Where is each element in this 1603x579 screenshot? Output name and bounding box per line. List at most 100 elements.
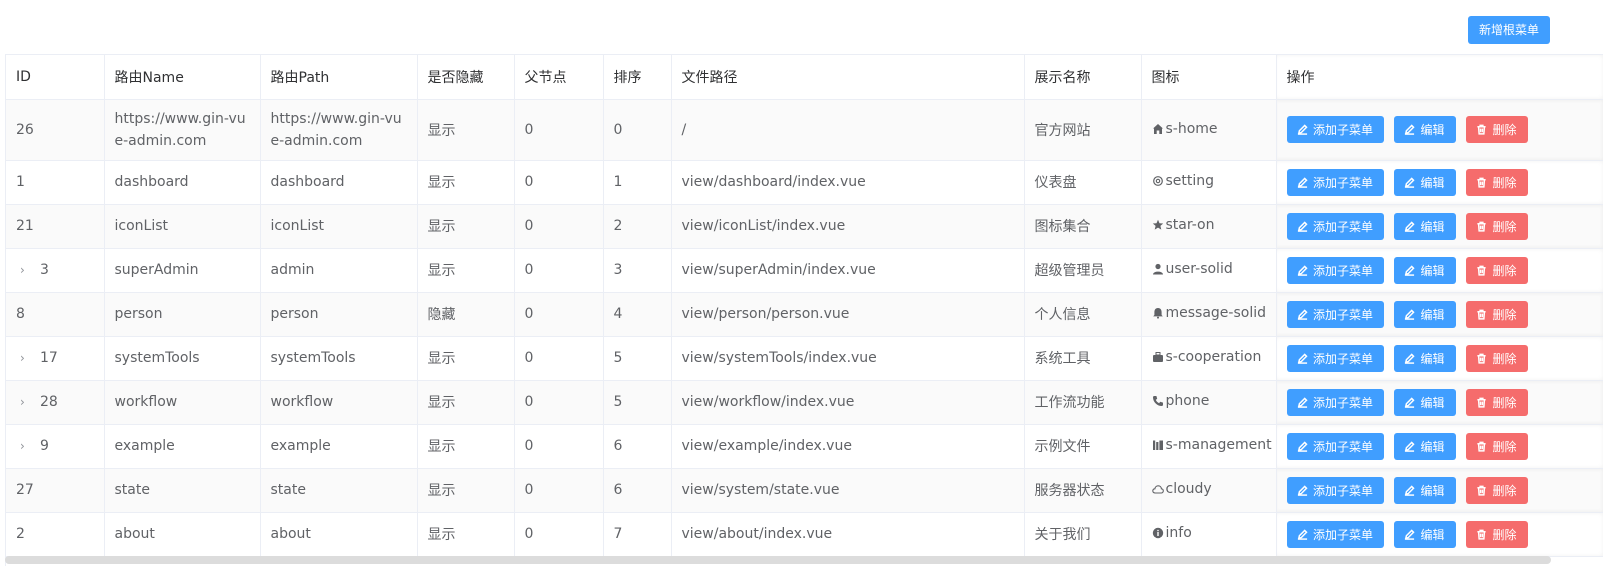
cell-route-name: workflow	[104, 380, 261, 425]
cell-display-name: 工作流功能	[1024, 380, 1142, 425]
cell-id: 8	[6, 292, 105, 337]
cell-id: › 3	[6, 248, 105, 293]
delete-button[interactable]: 删除	[1465, 520, 1528, 548]
menu-table: ID 路由Name 路由Path 是否隐藏 父节点 排序 文件路径 展示名称 图…	[5, 54, 1603, 566]
info-icon	[1152, 527, 1163, 539]
add-child-menu-button[interactable]: 添加子菜单	[1286, 476, 1384, 504]
cell-hidden: 显示	[417, 160, 515, 205]
add-child-menu-button[interactable]: 添加子菜单	[1286, 520, 1384, 548]
delete-button[interactable]: 删除	[1465, 168, 1528, 196]
icon-name: s-cooperation	[1165, 349, 1262, 365]
add-child-label: 添加子菜单	[1312, 123, 1373, 137]
expand-chevron-icon[interactable]: ›	[20, 351, 32, 365]
row-id: 28	[40, 394, 58, 410]
expand-chevron-icon[interactable]: ›	[20, 395, 32, 409]
table-row: › 9 example example 显示 0 6 view/example/index.v…	[6, 424, 1603, 469]
edit-icon	[1405, 528, 1416, 540]
header-route-path: 路由Path	[260, 55, 418, 100]
delete-label: 删除	[1492, 307, 1517, 322]
horizontal-scrollbar[interactable]	[5, 556, 1551, 564]
delete-label: 删除	[1492, 351, 1517, 366]
add-child-menu-button[interactable]: 添加子菜单	[1286, 168, 1384, 196]
add-child-menu-button[interactable]: 添加子菜单	[1286, 432, 1384, 460]
edit-button[interactable]: 编辑	[1393, 520, 1456, 548]
add-child-label: 添加子菜单	[1312, 175, 1373, 190]
add-child-menu-button[interactable]: 添加子菜单	[1286, 116, 1384, 143]
cell-sort: 4	[603, 292, 672, 337]
edit-button[interactable]: 编辑	[1393, 168, 1456, 196]
edit-button[interactable]: 编辑	[1393, 388, 1456, 416]
row-id: 9	[40, 438, 49, 454]
cell-hidden: 隐藏	[417, 292, 515, 337]
row-id: 8	[16, 306, 25, 322]
cell-actions: 添加子菜单 编辑 删除	[1276, 204, 1603, 249]
cell-parent: 0	[514, 424, 604, 469]
edit-label: 编辑	[1420, 175, 1445, 190]
header-id: ID	[6, 55, 105, 100]
edit-button[interactable]: 编辑	[1393, 300, 1456, 328]
edit-label: 编辑	[1420, 395, 1445, 410]
header-route-name: 路由Name	[104, 55, 261, 100]
delete-button[interactable]: 删除	[1465, 256, 1528, 284]
cell-icon: info	[1141, 512, 1277, 557]
delete-button[interactable]: 删除	[1465, 388, 1528, 416]
cell-id: 27	[6, 468, 105, 513]
cell-parent: 0	[514, 336, 604, 381]
cell-hidden: 显示	[417, 468, 515, 513]
edit-button[interactable]: 编辑	[1393, 116, 1456, 143]
table-row: › 3 superAdmin admin 显示 0 3 view/superAdmin/ind…	[6, 248, 1603, 293]
edit-label: 编辑	[1420, 219, 1445, 234]
expand-chevron-icon[interactable]: ›	[20, 263, 32, 277]
s-home-icon	[1152, 123, 1163, 134]
delete-label: 删除	[1492, 263, 1517, 278]
cell-hidden: 显示	[417, 99, 515, 161]
cell-route-path: workflow	[260, 380, 418, 425]
edit-button[interactable]: 编辑	[1393, 476, 1456, 504]
add-child-menu-button[interactable]: 添加子菜单	[1286, 344, 1384, 372]
cell-id: 2	[6, 512, 105, 557]
table-header-row: ID 路由Name 路由Path 是否隐藏 父节点 排序 文件路径 展示名称 图…	[6, 55, 1603, 100]
delete-button[interactable]: 删除	[1465, 116, 1528, 143]
trash-icon	[1477, 124, 1487, 135]
expand-chevron-icon[interactable]: ›	[20, 439, 32, 453]
edit-button[interactable]: 编辑	[1393, 256, 1456, 284]
edit-button[interactable]: 编辑	[1393, 212, 1456, 240]
cell-parent: 0	[514, 160, 604, 205]
edit-icon	[1405, 396, 1416, 408]
add-child-menu-button[interactable]: 添加子菜单	[1286, 300, 1384, 328]
edit-label: 编辑	[1420, 263, 1445, 278]
cell-parent: 0	[514, 512, 604, 557]
add-root-menu-button[interactable]: 新增根菜单	[1467, 16, 1550, 44]
cell-display-name: 图标集合	[1024, 204, 1142, 249]
cell-sort: 2	[603, 204, 672, 249]
delete-button[interactable]: 删除	[1465, 212, 1528, 240]
delete-button[interactable]: 删除	[1465, 432, 1528, 460]
row-id: 26	[16, 121, 34, 138]
delete-button[interactable]: 删除	[1465, 344, 1528, 372]
edit-button[interactable]: 编辑	[1393, 432, 1456, 460]
cell-actions: 添加子菜单 编辑 删除	[1276, 292, 1603, 337]
edit-icon	[1405, 176, 1416, 188]
row-id: 17	[40, 350, 58, 366]
cell-icon: message-solid	[1141, 292, 1277, 337]
add-child-label: 添加子菜单	[1312, 219, 1373, 234]
add-child-menu-button[interactable]: 添加子菜单	[1286, 388, 1384, 416]
edit-icon	[1405, 124, 1416, 135]
icon-name: user-solid	[1165, 261, 1233, 277]
delete-button[interactable]: 删除	[1465, 476, 1528, 504]
phone-icon	[1152, 396, 1163, 406]
add-child-menu-button[interactable]: 添加子菜单	[1286, 212, 1384, 240]
cell-id: 21	[6, 204, 105, 249]
delete-button[interactable]: 删除	[1465, 300, 1528, 328]
cell-route-name: person	[104, 292, 261, 337]
header-file-path: 文件路径	[671, 55, 1025, 100]
cell-file-path: /	[671, 99, 1025, 161]
add-child-menu-button[interactable]: 添加子菜单	[1286, 256, 1384, 284]
edit-icon	[1297, 176, 1308, 188]
cell-parent: 0	[514, 380, 604, 425]
icon-name: setting	[1165, 173, 1215, 189]
toolbar: 新增根菜单	[0, 0, 1603, 54]
cell-sort: 6	[603, 468, 672, 513]
cell-route-name: dashboard	[104, 160, 261, 205]
edit-button[interactable]: 编辑	[1393, 344, 1456, 372]
